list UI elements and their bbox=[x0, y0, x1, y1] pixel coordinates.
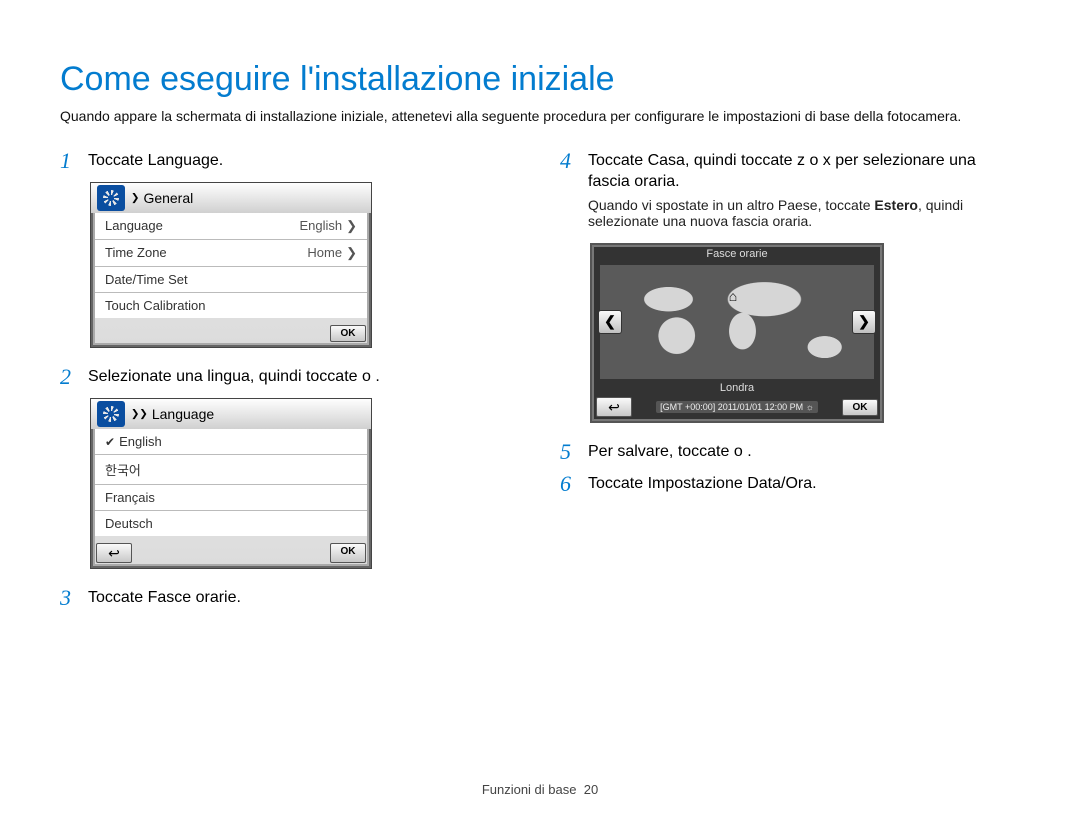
gear-icon bbox=[97, 401, 125, 427]
option-label: Deutsch bbox=[105, 516, 153, 531]
step-number: 2 bbox=[60, 366, 78, 388]
step-number: 5 bbox=[560, 441, 578, 463]
arrow-left-button[interactable]: ❮ bbox=[598, 310, 622, 334]
step-text: Toccate Impostazione Data/Ora. bbox=[588, 473, 817, 495]
arrow-right-button[interactable]: ❯ bbox=[852, 310, 876, 334]
step-1: 1 Toccate Language. bbox=[60, 150, 520, 172]
lang-option-english[interactable]: ✔ English bbox=[95, 429, 367, 455]
back-button[interactable]: ↩ bbox=[96, 543, 132, 563]
row-label: Language bbox=[105, 218, 163, 234]
lang-option-german[interactable]: Deutsch bbox=[95, 511, 367, 536]
option-label: 한국어 bbox=[105, 460, 141, 479]
row-label: Time Zone bbox=[105, 245, 167, 261]
row-value: English❯ bbox=[299, 218, 357, 234]
screen-header: ❯❯ Language bbox=[91, 399, 371, 429]
step-2: 2 Selezionate una lingua, quindi toccate… bbox=[60, 366, 520, 388]
step-6: 6 Toccate Impostazione Data/Ora. bbox=[560, 473, 1020, 495]
screen-title: Language bbox=[152, 406, 214, 422]
screen-title: General bbox=[143, 190, 193, 206]
setting-row-language[interactable]: Language English❯ bbox=[95, 213, 367, 240]
ok-button[interactable]: OK bbox=[330, 543, 366, 563]
row-label: Touch Calibration bbox=[105, 298, 205, 313]
tz-title: Fasce orarie bbox=[592, 245, 882, 263]
page-footer: Funzioni di base 20 bbox=[0, 782, 1080, 797]
tz-location: Londra bbox=[592, 381, 882, 395]
step-number: 3 bbox=[60, 587, 78, 609]
chevron-right-icon: ❯ bbox=[346, 218, 357, 233]
check-icon: ✔ bbox=[105, 435, 115, 449]
step-text: Toccate Language. bbox=[88, 150, 223, 172]
row-label: Date/Time Set bbox=[105, 272, 188, 287]
lang-option-korean[interactable]: 한국어 bbox=[95, 455, 367, 485]
page-title: Come eseguire l'installazione iniziale bbox=[60, 60, 1020, 99]
step-note: Quando vi spostate in un altro Paese, to… bbox=[588, 197, 1020, 229]
world-map[interactable]: ⌂ ❮ ❯ bbox=[600, 265, 874, 379]
step-text: Toccate Casa, quindi toccate z o x per s… bbox=[588, 150, 1020, 193]
option-label: Français bbox=[105, 490, 155, 505]
step-number: 6 bbox=[560, 473, 578, 495]
step-3: 3 Toccate Fasce orarie. bbox=[60, 587, 520, 609]
tz-datetime: [GMT +00:00] 2011/01/01 12:00 PM ☼ bbox=[656, 401, 818, 413]
chevron-right-icon: ❯ bbox=[346, 245, 357, 260]
chevron-icon: ❯❯ bbox=[131, 406, 148, 422]
step-4: 4 Toccate Casa, quindi toccate z o x per… bbox=[560, 150, 1020, 229]
home-icon: ⌂ bbox=[729, 288, 737, 304]
step-text: Toccate Fasce orarie. bbox=[88, 587, 241, 609]
step-5: 5 Per salvare, toccate o . bbox=[560, 441, 1020, 463]
ok-button[interactable]: OK bbox=[330, 325, 366, 342]
timezone-screen: Fasce orarie ⌂ ❮ ❯ Londra ↩ [GMT +00:00]… bbox=[590, 243, 884, 423]
step-number: 1 bbox=[60, 150, 78, 172]
chevron-icon: ❯ bbox=[131, 190, 139, 206]
step-text: Per salvare, toccate o . bbox=[588, 441, 752, 463]
footer-label: Funzioni di base bbox=[482, 782, 577, 797]
language-select-screen: ❯❯ Language ✔ English 한국어 Français Deutsc… bbox=[90, 398, 372, 569]
right-column: 4 Toccate Casa, quindi toccate z o x per… bbox=[560, 144, 1020, 619]
ok-button[interactable]: OK bbox=[842, 399, 878, 416]
left-column: 1 Toccate Language. ❯ General Language E… bbox=[60, 144, 520, 619]
screen-header: ❯ General bbox=[91, 183, 371, 213]
option-label: English bbox=[119, 434, 162, 449]
gear-icon bbox=[97, 185, 125, 211]
setting-row-touch-calib[interactable]: Touch Calibration bbox=[95, 293, 367, 318]
general-settings-screen: ❯ General Language English❯ Time Zone Ho… bbox=[90, 182, 372, 348]
back-button[interactable]: ↩ bbox=[596, 397, 632, 417]
lang-option-french[interactable]: Français bbox=[95, 485, 367, 511]
page-number: 20 bbox=[584, 782, 598, 797]
row-value: Home❯ bbox=[307, 245, 357, 261]
setting-row-timezone[interactable]: Time Zone Home❯ bbox=[95, 240, 367, 267]
setting-row-datetime[interactable]: Date/Time Set bbox=[95, 267, 367, 293]
intro-paragraph: Quando appare la schermata di installazi… bbox=[60, 107, 1020, 126]
step-text: Selezionate una lingua, quindi toccate o… bbox=[88, 366, 380, 388]
step-number: 4 bbox=[560, 150, 578, 172]
